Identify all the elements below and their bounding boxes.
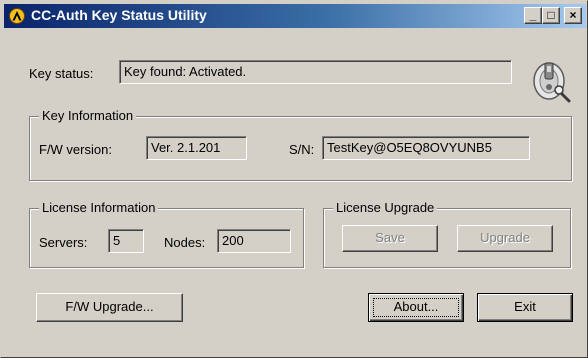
servers-label: Servers: (39, 235, 88, 250)
about-button[interactable]: About... (368, 293, 464, 322)
serial-number-label: S/N: (289, 142, 315, 157)
serial-number-field: TestKey@O5EQ8OVYUNB5 (322, 136, 530, 160)
app-logo-icon (9, 8, 25, 24)
minimize-button[interactable]: _ (524, 7, 542, 24)
nodes-label: Nodes: (164, 235, 206, 250)
app-window: CC-Auth Key Status Utility _ □ × Key sta… (0, 0, 588, 358)
close-icon: × (569, 8, 577, 22)
exit-button[interactable]: Exit (477, 293, 573, 322)
about-button-label: About... (393, 299, 439, 314)
title-bar[interactable]: CC-Auth Key Status Utility _ □ × (4, 4, 586, 28)
close-button[interactable]: × (564, 7, 582, 24)
license-information-title: License Information (39, 200, 159, 215)
key-status-field: Key found: Activated. (119, 60, 512, 84)
servers-field: 5 (108, 229, 144, 253)
usb-key-icon (533, 62, 571, 103)
window-title: CC-Auth Key Status Utility (31, 7, 207, 23)
save-button-label: Save (375, 230, 405, 245)
key-information-title: Key Information (39, 108, 137, 123)
fw-version-field: Ver. 2.1.201 (146, 136, 247, 160)
upgrade-button[interactable]: Upgrade (457, 225, 553, 252)
fw-upgrade-button[interactable]: F/W Upgrade... (36, 293, 183, 322)
license-upgrade-title: License Upgrade (333, 200, 438, 215)
exit-button-label: Exit (514, 299, 536, 314)
fw-upgrade-button-label: F/W Upgrade... (65, 299, 154, 314)
maximize-icon: □ (547, 8, 555, 22)
key-status-label: Key status: (29, 66, 94, 81)
fw-version-label: F/W version: (39, 142, 112, 157)
maximize-button[interactable]: □ (542, 7, 560, 24)
save-button[interactable]: Save (342, 225, 438, 252)
upgrade-button-label: Upgrade (480, 230, 530, 245)
minimize-icon: _ (529, 8, 537, 22)
nodes-field: 200 (217, 229, 291, 253)
